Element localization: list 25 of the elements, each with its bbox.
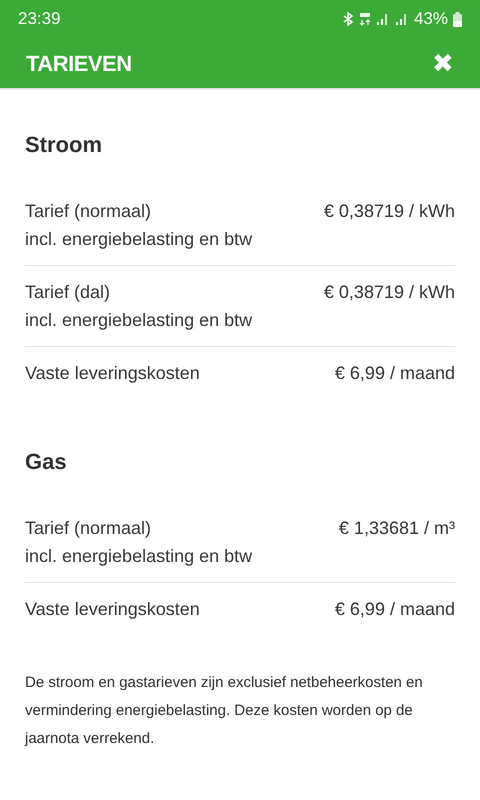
tariff-label: Tarief (dal)	[25, 281, 112, 304]
network-icon	[358, 12, 371, 26]
signal-icon	[376, 13, 390, 25]
section-title: Gas	[25, 448, 68, 476]
tariff-label: Vaste leveringskosten	[25, 598, 200, 621]
tariff-price: € 0,38719 / kWh	[322, 200, 455, 223]
tariff-price: € 1,33681 / m³	[338, 517, 455, 540]
tariff-price: € 6,99 / maand	[334, 362, 455, 385]
tariff-label: Vaste leveringskosten	[25, 362, 200, 385]
bluetooth-icon	[342, 12, 354, 26]
tariff-price: € 0,38719 / kWh	[322, 281, 455, 304]
status-time: 23:39	[18, 8, 61, 30]
battery-percentage: 43%	[414, 8, 448, 30]
footnote: De stroom en gastarieven zijn exclusief netbeheerkosten en vermindering energiebelasting. Deze kosten worden op de jaarnota verrekend.	[25, 673, 424, 749]
close-button[interactable]: ✖	[432, 50, 454, 76]
tariff-sublabel: incl. energiebelasting en btw	[25, 545, 252, 568]
battery-icon	[453, 12, 462, 26]
tariff-sublabel: incl. energiebelasting en btw	[25, 309, 252, 332]
signal-icon	[394, 13, 409, 25]
tariff-label: Tarief (normaal)	[25, 517, 152, 540]
section-title: Stroom	[25, 131, 103, 159]
header-title: TARIEVEN	[26, 50, 132, 78]
tariff-label: Tarief (normaal)	[25, 200, 152, 223]
tariff-sublabel: incl. energiebelasting en btw	[25, 228, 252, 251]
tariff-price: € 6,99 / maand	[334, 598, 455, 621]
